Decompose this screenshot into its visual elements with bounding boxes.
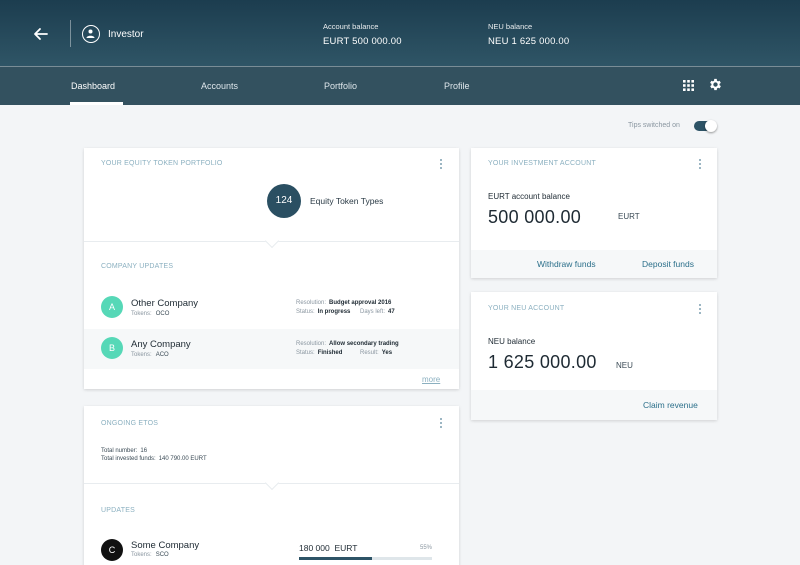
company-name: Any Company [131, 339, 191, 350]
investment-account-card: YOUR INVESTMENT ACCOUNT EURT account bal… [471, 148, 717, 278]
neu-balance-value: NEU 1 625 000.00 [488, 36, 570, 47]
deposit-funds-button[interactable]: Deposit funds [642, 259, 694, 269]
eto-progress-bar [299, 557, 432, 560]
investment-account-title: YOUR INVESTMENT ACCOUNT [488, 160, 596, 167]
eto-percent: 55% [420, 545, 433, 551]
neu-account-card: YOUR NEU ACCOUNT NEU balance 1 625 000.0… [471, 292, 717, 420]
list-item[interactable]: A Other Company Tokens: OCO Resolution: Bu… [84, 288, 459, 328]
investment-menu-icon[interactable] [698, 159, 702, 171]
company-tokens: Tokens: SCO [131, 552, 169, 558]
token-count-badge: 124 [267, 184, 301, 218]
avatar: A [101, 296, 123, 318]
section-notch [264, 475, 280, 491]
avatar: B [101, 337, 123, 359]
days-left: Days left: 47 [360, 309, 395, 315]
main-nav: Dashboard Accounts Portfolio Profile [0, 66, 800, 105]
back-arrow-icon[interactable] [32, 25, 50, 43]
user-icon[interactable] [82, 25, 100, 43]
neu-account-title: YOUR NEU ACCOUNT [488, 305, 565, 312]
avatar: C [101, 539, 123, 561]
neu-balance-value: 1 625 000.00 [488, 352, 597, 372]
updates-title: UPDATES [101, 507, 135, 514]
status: Status: Finished [296, 350, 343, 356]
portfolio-title: YOUR EQUITY TOKEN PORTFOLIO [101, 160, 223, 167]
etos-card: ONGOING ETOS Total number: 16 Total inves… [84, 406, 459, 565]
tab-accounts[interactable]: Accounts [201, 81, 238, 91]
tab-dashboard[interactable]: Dashboard [71, 81, 115, 91]
account-balance-label: Account balance [323, 22, 379, 31]
eto-progress-fill [299, 557, 373, 560]
eto-amount: 180 000 EURT [299, 543, 358, 553]
account-balance: Account balance EURT 500 000.00 [323, 22, 402, 47]
company-name: Other Company [131, 298, 199, 309]
company-updates-title: COMPANY UPDATES [101, 263, 174, 270]
eurt-balance-label: EURT account balance [488, 192, 570, 201]
result: Result: Yes [360, 350, 393, 356]
resolution: Resolution: Budget approval 2016 [296, 300, 392, 306]
neu-card-footer: Claim revenue [471, 390, 717, 420]
tips-toggle[interactable] [694, 120, 717, 132]
top-header: Investor Account balance EURT 500 000.00… [0, 0, 800, 66]
etos-menu-icon[interactable] [439, 418, 443, 430]
total-number: Total number: 16 [101, 448, 148, 454]
status: Status: In progress [296, 309, 351, 315]
list-item[interactable]: B Any Company Tokens: ACO Resolution: Allo… [84, 329, 459, 369]
claim-revenue-button[interactable]: Claim revenue [643, 400, 698, 410]
withdraw-funds-button[interactable]: Withdraw funds [537, 259, 596, 269]
neu-menu-icon[interactable] [698, 304, 702, 316]
more-link[interactable]: more [422, 375, 440, 384]
tab-portfolio[interactable]: Portfolio [324, 81, 357, 91]
portfolio-card: YOUR EQUITY TOKEN PORTFOLIO 124 Equity T… [84, 148, 459, 389]
investment-card-footer: Withdraw funds Deposit funds [471, 250, 717, 278]
eurt-currency: EURT [618, 212, 640, 221]
resolution: Resolution: Allow secondary trading [296, 341, 399, 347]
account-balance-value: EURT 500 000.00 [323, 36, 402, 47]
tab-profile[interactable]: Profile [444, 81, 470, 91]
tips-label: Tips switched on [628, 122, 680, 129]
apps-grid-icon[interactable] [683, 80, 694, 91]
section-notch [264, 233, 280, 249]
active-tab-indicator [70, 102, 123, 105]
toggle-knob [705, 120, 717, 132]
header-divider [70, 20, 71, 47]
gear-icon[interactable] [708, 77, 723, 92]
total-invested-funds: Total invested funds: 140 790.00 EURT [101, 456, 207, 462]
neu-balance: NEU balance NEU 1 625 000.00 [488, 22, 569, 47]
company-name[interactable]: Some Company [131, 540, 199, 551]
neu-balance-label: NEU balance [488, 22, 533, 31]
etos-title: ONGOING ETOS [101, 420, 159, 427]
company-tokens: Tokens: OCO [131, 311, 170, 317]
company-tokens: Tokens: ACO [131, 352, 169, 358]
token-types-label: Equity Token Types [310, 196, 384, 206]
portfolio-menu-icon[interactable] [439, 159, 443, 171]
eurt-balance-value: 500 000.00 [488, 207, 582, 227]
user-name[interactable]: Investor [108, 29, 144, 40]
neu-balance-label: NEU balance [488, 337, 536, 346]
neu-currency: NEU [616, 361, 633, 370]
